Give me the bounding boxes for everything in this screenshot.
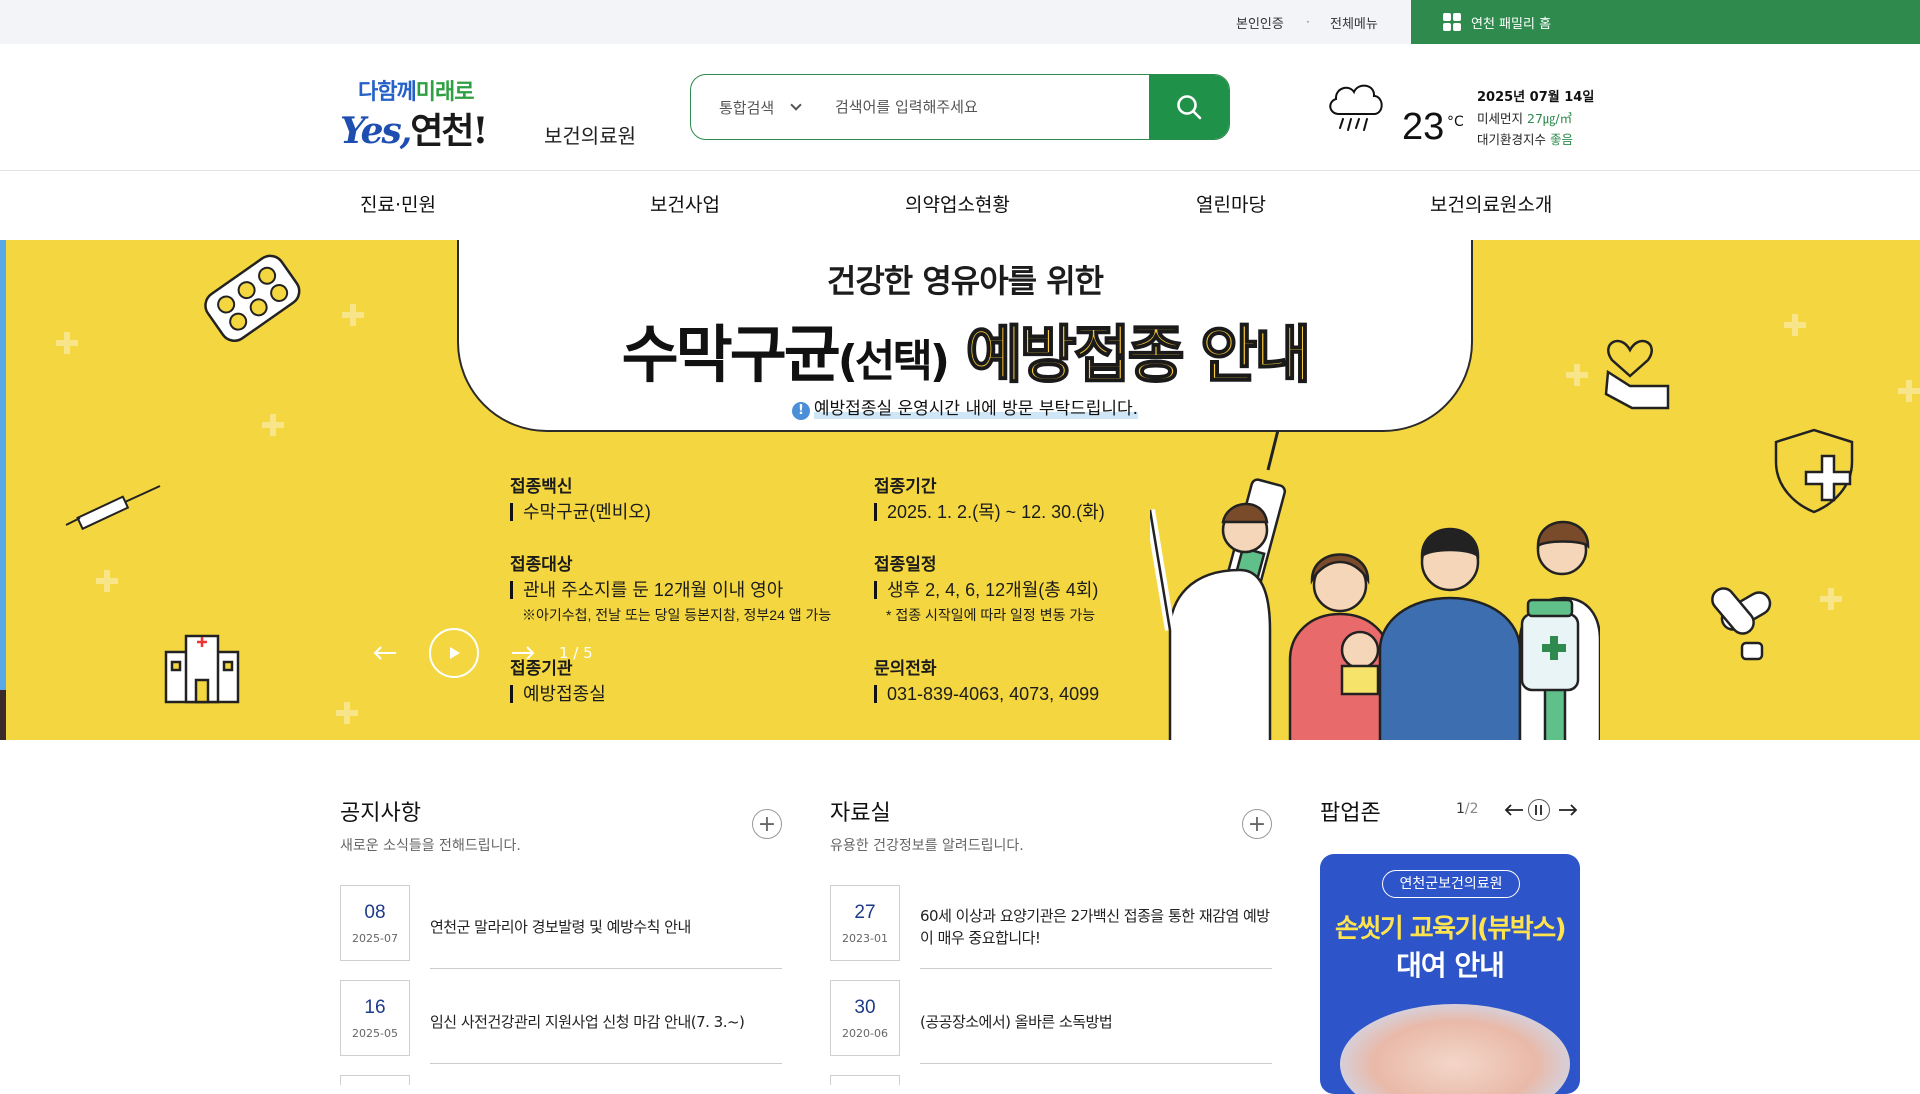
archive-title: 자료실 [830,801,891,826]
search-icon [1177,95,1202,120]
list-item[interactable]: 16 2025-05 임신 사전건강관리 지원사업 신청 마감 안내(7. 3.~… [340,980,782,1064]
popup-zone: 팝업존 1/2 연천군보건의료원 손씻기 교육기(뷰박스) 대여 안내 [1320,795,1580,1094]
weather-date: 2025년 07월 14일 [1477,90,1595,105]
plus-icon: + [1247,811,1267,837]
post-date: 16 2025-05 [340,980,410,1056]
banner-title: 수막구균(선택) 예방접종 안내 [621,317,1313,392]
family-home-button[interactable]: 연천 패밀리 홈 [1411,0,1920,44]
search-button[interactable] [1149,75,1229,139]
search-scope-select[interactable]: 통합검색 [691,97,831,118]
popup-card[interactable]: 연천군보건의료원 손씻기 교육기(뷰박스) 대여 안내 [1320,854,1580,1094]
post-date [340,1075,410,1085]
popup-pause-button[interactable] [1528,799,1550,821]
popup-pager: 1/2 [1456,801,1479,817]
banner-title-card: 건강한 영유아를 위한 수막구균(선택) 예방접종 안내 ! 예방접종실 운영시간… [457,240,1473,432]
period-info: 접종기간 2025. 1. 2.(목) ~ 12. 30.(화) [874,477,1105,522]
syringe-icon [65,485,161,531]
phone-info: 문의전화 031-839-4063, 4073, 4099 [874,659,1100,704]
popup-card-org: 연천군보건의료원 [1382,870,1520,898]
banner-note: ! 예방접종실 운영시간 내에 방문 부탁드립니다. [459,394,1471,420]
post-date [830,1075,900,1085]
archive-desc: 유용한 건강정보를 알려드립니다. [830,838,1024,854]
all-menu-link[interactable]: 전체메뉴 [1330,0,1378,44]
list-item [340,1075,782,1085]
banner-prev-button[interactable] [365,638,405,668]
post-title: 임신 사전건강관리 지원사업 신청 마감 안내(7. 3.~) [430,980,782,1064]
main-navigation: 진료·민원 보건사업 의약업소현황 열린마당 보건의료원소개 [0,171,1920,240]
search-input[interactable] [831,75,1149,139]
air-quality: 대기환경지수 좋음 [1477,132,1574,147]
list-item[interactable]: 30 2020-06 (공공장소에서) 올바른 소독방법 [830,980,1272,1064]
post-date: 27 2023-01 [830,885,900,961]
list-item [830,1075,1272,1085]
utility-bar: 본인인증 · 전체메뉴 연천 패밀리 홈 [0,0,1920,44]
post-title: (공공장소에서) 올바른 소독방법 [920,980,1272,1064]
identity-verification-link[interactable]: 본인인증 [1236,0,1284,44]
grid-icon [1443,13,1461,31]
family-home-label: 연천 패밀리 홈 [1471,16,1552,32]
chevron-down-icon [790,99,802,111]
nav-treatment-civil[interactable]: 진료·민원 [360,171,436,240]
nav-open-forum[interactable]: 열린마당 [1196,171,1266,240]
notice-desc: 새로운 소식들을 전해드립니다. [340,838,521,854]
popup-card-headline: 손씻기 교육기(뷰박스) [1334,914,1567,944]
post-title: 60세 이상과 요양기관은 2가백신 접종을 통한 재감염 예방이 매우 중요합… [920,885,1272,969]
banner-controls: 1 / 5 [365,628,593,678]
popup-card-subhead: 대여 안내 [1396,949,1505,982]
arrow-left-icon [1504,804,1523,816]
search-bar: 통합검색 [690,74,1230,140]
weather-widget: 23 °C 2025년 07월 14일 미세먼지 27㎍/㎥ 대기환경지수 좋음 [1325,78,1595,158]
banner-next-button[interactable] [503,638,543,668]
archive-board: 자료실 유용한 건강정보를 알려드립니다. + 27 2023-01 60세 이상… [830,795,1272,1085]
schedule-info: 접종일정 생후 2, 4, 6, 12개월(총 4회) * 접종 시작일에 따라… [874,555,1099,623]
post-date: 30 2020-06 [830,980,900,1056]
medical-staff-illustration [1150,430,1600,740]
arrow-right-icon [512,646,535,660]
temperature: 23 [1402,106,1445,148]
list-item[interactable]: 08 2025-07 연천군 말라리아 경보발령 및 예방수칙 안내 [340,885,782,969]
logo-brand: Yes,연천! [340,110,488,152]
popup-next-button[interactable] [1556,798,1580,822]
shield-icon [1774,428,1854,514]
nav-about[interactable]: 보건의료원소개 [1430,171,1552,240]
play-icon [450,647,460,659]
post-date: 08 2025-07 [340,885,410,961]
hospital-icon [164,634,240,704]
plus-icon: + [757,811,777,837]
notice-title: 공지사항 [340,801,421,826]
banner-play-button[interactable] [429,628,479,678]
logo-org-name: 보건의료원 [544,124,636,148]
arrow-right-icon [1559,804,1578,816]
nav-health-projects[interactable]: 보건사업 [650,171,720,240]
archive-more-button[interactable]: + [1242,809,1272,839]
list-item[interactable]: 27 2023-01 60세 이상과 요양기관은 2가백신 접종을 통한 재감염 … [830,885,1272,969]
banner-counter: 1 / 5 [559,644,593,662]
temperature-unit: °C [1447,114,1464,130]
nav-pharmacy-status[interactable]: 의약업소현황 [905,171,1010,240]
pause-icon [1535,805,1542,815]
heart-hand-icon [1604,339,1670,410]
notice-board: 공지사항 새로운 소식들을 전해드립니다. + 08 2025-07 연천군 말라… [340,795,782,1085]
target-info: 접종대상 관내 주소지를 둔 12개월 이내 영아 ※아기수첩, 전날 또는 당… [510,555,832,623]
rain-cloud-icon [1329,84,1383,131]
vaccine-info: 접종백신 수막구균(멘비오) [510,477,651,522]
site-logo[interactable]: 다함께미래로 Yes,연천! 보건의료원 [340,72,650,152]
handwashing-image [1340,1004,1570,1094]
post-title: 연천군 말라리아 경보발령 및 예방수칙 안내 [430,885,782,969]
fine-dust: 미세먼지 27㎍/㎥ [1477,111,1573,126]
banner-subtitle: 건강한 영유아를 위한 [826,262,1104,300]
arrow-left-icon [373,646,396,660]
capsule-icon [1711,587,1772,661]
popup-prev-button[interactable] [1502,798,1526,822]
notice-more-button[interactable]: + [752,809,782,839]
pill-pack-icon [204,254,301,342]
utility-separator: · [1306,15,1310,29]
main-banner[interactable]: 건강한 영유아를 위한 수막구균(선택) 예방접종 안내 ! 예방접종실 운영시간… [0,240,1920,740]
